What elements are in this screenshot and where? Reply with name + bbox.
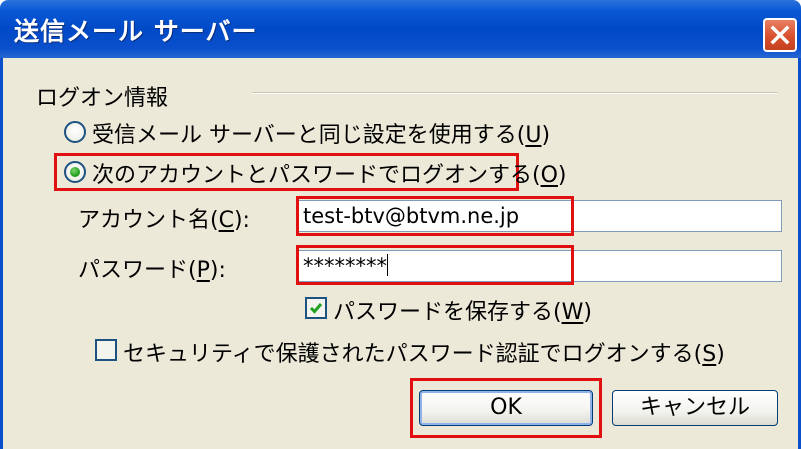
save-password-checkbox[interactable] [305,297,327,319]
highlight-password-input [296,245,574,285]
cancel-button[interactable]: キャンセル [612,390,778,426]
ok-button[interactable]: OK [419,390,593,426]
checkmark-icon [309,303,323,314]
dialog-title: 送信メール サーバー [14,17,258,46]
dialog-window: 送信メール サーバー ログオン情報 受信メール サーバーと同じ設定を使用する(U… [0,0,801,449]
close-button[interactable] [763,18,797,52]
logon-info-label: ログオン情報 [36,86,169,111]
account-name-label: アカウント名(C): [78,208,250,233]
radio-logon-with-account-label[interactable]: 次のアカウントとパスワードでログオンする(O) [92,157,567,189]
radio-logon-with-account[interactable] [64,161,86,183]
radio-selected-dot [70,167,80,177]
title-bar[interactable]: 送信メール サーバー [0,0,801,58]
secure-password-auth-label[interactable]: セキュリティで保護されたパスワード認証でログオンする(S) [123,336,725,368]
save-password-label[interactable]: パスワードを保存する(W) [333,294,592,326]
close-icon [770,25,790,45]
password-label: パスワード(P): [78,258,226,283]
secure-password-auth-checkbox[interactable] [95,339,117,361]
radio-same-as-incoming-label[interactable]: 受信メール サーバーと同じ設定を使用する(U) [92,117,550,149]
group-divider [252,92,778,94]
highlight-account-input [296,196,574,236]
radio-same-as-incoming[interactable] [64,121,86,143]
